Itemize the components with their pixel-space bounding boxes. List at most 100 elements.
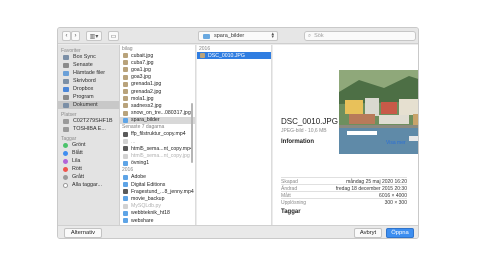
show-more-link[interactable]: Visa mer — [386, 140, 406, 146]
info-label: Upplösning — [281, 200, 307, 206]
video-file-icon — [123, 131, 128, 137]
file-item[interactable]: mola1.jpg — [120, 95, 195, 102]
sidebar-header-favorites: Favoriter — [61, 48, 81, 54]
folder-icon — [123, 160, 128, 166]
sidebar-tag[interactable]: Rött — [58, 165, 119, 173]
info-value: 300 × 300 — [384, 200, 407, 206]
divider — [281, 184, 407, 185]
file-item[interactable]: Adobe — [120, 174, 195, 181]
sidebar-item[interactable]: TOSHIBA E... — [58, 125, 119, 133]
options-button[interactable]: Alternativ — [64, 228, 102, 238]
folder-icon — [123, 174, 128, 180]
view-mode-button[interactable]: ▥▾ — [86, 31, 102, 41]
divider — [281, 177, 407, 178]
sidebar-header-places: Platser — [61, 112, 77, 118]
sidebar-item[interactable]: Senaste — [58, 61, 119, 69]
file-name: cubait.jpg — [131, 52, 154, 59]
sidebar-tag[interactable]: Grått — [58, 173, 119, 181]
sidebar-tag-label: Lila — [72, 158, 81, 164]
sidebar-tag[interactable]: Blått — [58, 149, 119, 157]
column-view-icon: ▥▾ — [89, 33, 99, 40]
file-item[interactable]: snow_on_tre...080317.jpg — [120, 110, 195, 117]
video-file-icon — [123, 189, 128, 195]
sidebar-item[interactable]: Box Sync — [58, 53, 119, 61]
file-item[interactable]: sadness2.jpg — [120, 102, 195, 109]
file-name: movie_backup — [131, 195, 165, 202]
sidebar-tag[interactable]: Grönt — [58, 141, 119, 149]
image-file-icon — [123, 110, 128, 116]
sidebar-item-label: Dokument — [73, 102, 98, 108]
file-item[interactable]: ffp_filstruktur_copy.mp4 — [120, 131, 195, 138]
folder-icon — [63, 62, 69, 68]
updown-arrows-icon: ▴ ▾ — [271, 31, 274, 40]
sidebar-tag-label: Rött — [72, 166, 82, 172]
tag-color-dot — [63, 142, 68, 148]
sidebar-item-label: Senaste — [73, 62, 93, 68]
search-input[interactable]: ⌕ Sök — [304, 31, 416, 41]
file-item[interactable]: webshare — [120, 217, 195, 224]
folder-icon — [63, 86, 69, 92]
open-file-dialog: ‹ › ▥▾ ▭ spara_bilder ▴ ▾ ⌕ Sök Favoriter… — [57, 27, 419, 239]
file-item[interactable]: Digital Editions — [120, 181, 195, 188]
image-file-icon — [123, 103, 128, 109]
file-item[interactable]: grenada2.jpg — [120, 88, 195, 95]
file-column-2[interactable]: 2016 DSC_0010.JPG — [197, 45, 272, 225]
file-item[interactable]: MySQLdb.py — [120, 203, 195, 210]
sidebar-item-label: Program — [73, 94, 94, 100]
file-item[interactable]: webbteknik_ht18 — [120, 210, 195, 217]
sidebar-item[interactable]: Dokument — [58, 101, 119, 109]
file-item[interactable]: cubait.jpg — [120, 52, 195, 59]
video-file-icon — [123, 146, 128, 152]
back-button[interactable]: ‹ — [62, 31, 71, 41]
sidebar-item-label: TOSHIBA E... — [73, 126, 106, 132]
image-file-icon — [123, 89, 128, 95]
file-item[interactable]: html5_sema...nt_copy.mp4 — [120, 145, 195, 152]
new-folder-button[interactable]: ▭ — [108, 31, 119, 41]
file-item[interactable]: övning1 — [120, 160, 195, 167]
drive-icon — [63, 126, 69, 132]
sidebar-item[interactable]: C02T279SHF1B — [58, 117, 119, 125]
cancel-button[interactable]: Avbryt — [354, 228, 382, 238]
file-item[interactable]: grenada1.jpg — [120, 81, 195, 88]
file-name: övning1 — [131, 160, 150, 167]
image-file-icon — [123, 53, 128, 59]
file-item[interactable]: goa3.jpg — [120, 74, 195, 81]
scrollbar[interactable] — [191, 103, 193, 163]
file-column-1[interactable]: bilag cubait.jpg cuba7.jpg goa1.jpg goa3.jp… — [120, 45, 196, 225]
file-item[interactable]: DSC_0010.JPG — [197, 52, 271, 60]
tag-color-dot — [63, 174, 68, 180]
file-name: snow_on_tre...080317.jpg — [131, 110, 191, 117]
sidebar-item[interactable]: Hämtade filer — [58, 69, 119, 77]
file-item[interactable]: spara_bilder — [120, 116, 195, 124]
folder-icon — [203, 33, 210, 39]
file-item[interactable]: html5_sema...nt_copy.jpg — [120, 152, 195, 159]
open-button[interactable]: Öppna — [386, 228, 414, 238]
bottom-bar: Alternativ Avbryt Öppna — [58, 225, 418, 238]
path-popup[interactable]: spara_bilder ▴ ▾ — [198, 31, 278, 41]
sidebar-tag[interactable]: Alla taggar... — [58, 181, 119, 189]
sidebar-item[interactable]: Program — [58, 93, 119, 101]
file-name: ... — [131, 138, 136, 145]
file-item[interactable]: cuba7.jpg — [120, 59, 195, 66]
file-name: html5_sema...nt_copy.jpg — [131, 153, 190, 160]
image-file-icon — [123, 81, 128, 87]
tag-color-dot — [63, 158, 68, 164]
folder-icon — [63, 102, 69, 108]
file-name: Digital Editions — [131, 181, 166, 188]
image-file-icon — [123, 60, 128, 66]
sidebar-tag[interactable]: Lila — [58, 157, 119, 165]
sidebar-item[interactable]: Dropbox — [58, 85, 119, 93]
file-item[interactable]: goa1.jpg — [120, 66, 195, 73]
info-row: Upplösning 300 × 300 — [281, 200, 407, 206]
section-header: 2016 — [122, 167, 134, 174]
path-label: spara_bilder — [214, 33, 245, 39]
sidebar-item-label: C02T279SHF1B — [73, 118, 113, 124]
file-item[interactable]: movie_backup — [120, 195, 195, 202]
sidebar-item[interactable]: Skrivbord — [58, 77, 119, 85]
file-item[interactable]: ... — [120, 138, 195, 145]
forward-button[interactable]: › — [71, 31, 80, 41]
file-item[interactable]: Fragestund_...8_jenny.mp4 — [120, 188, 195, 195]
column-header: bilag — [122, 45, 133, 52]
sidebar-tag-label: Grått — [72, 174, 84, 180]
image-file-icon — [123, 67, 128, 73]
